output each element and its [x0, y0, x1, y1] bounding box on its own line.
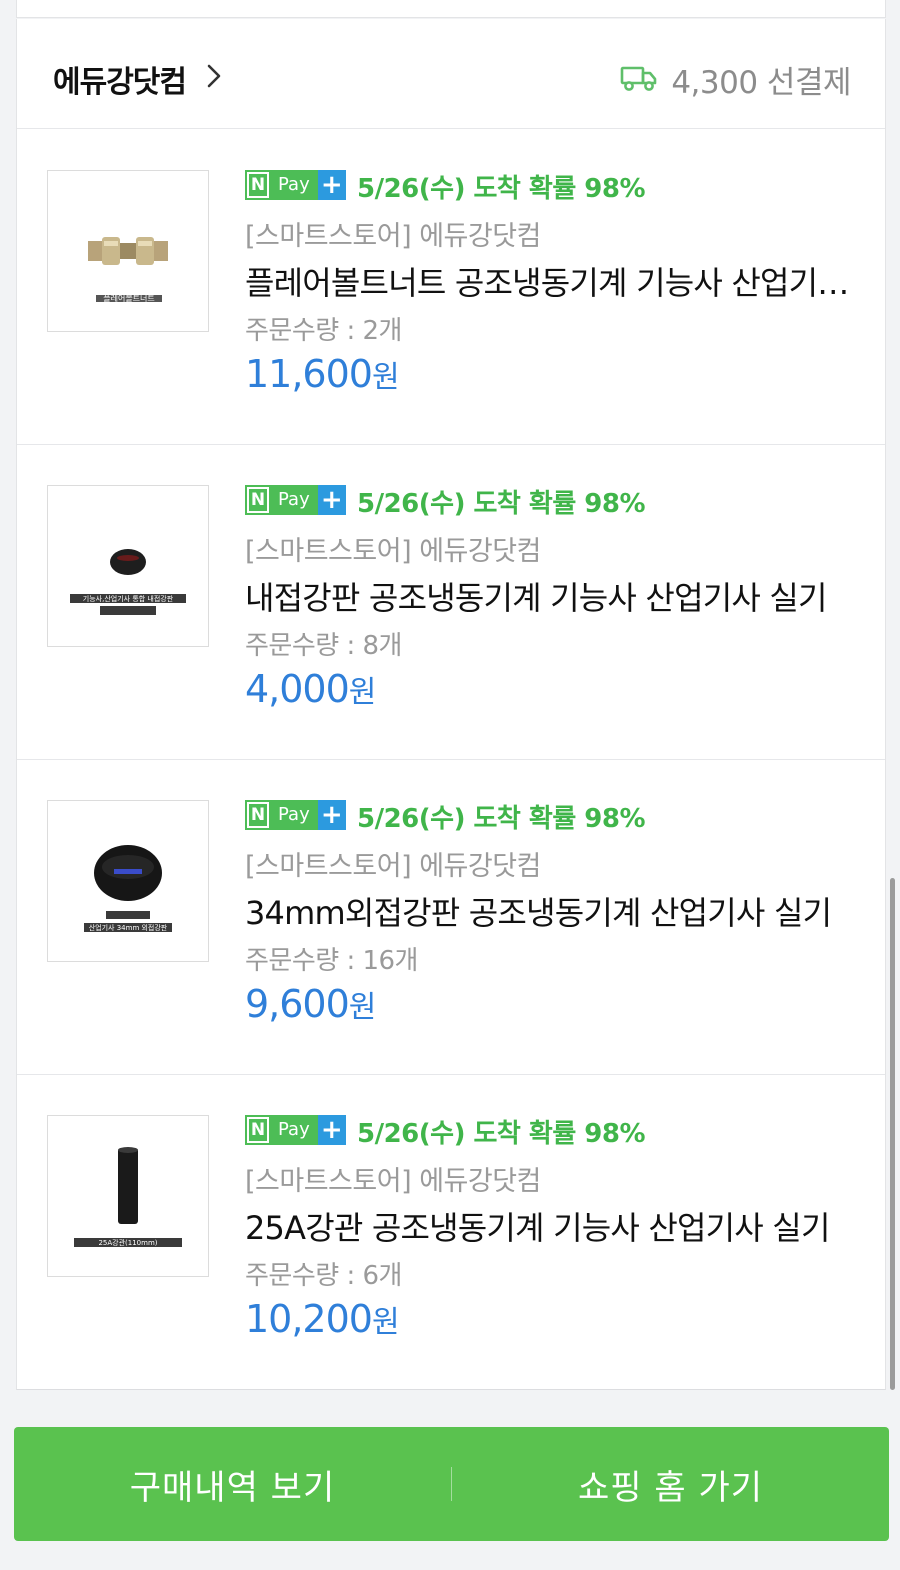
thumb-caption: 플레어볼트너트 [103, 293, 155, 303]
product-title[interactable]: 25A강관 공조냉동기계 기능사 산업기사 실기 [245, 1203, 860, 1249]
bottom-action-bar: 구매내역 보기 쇼핑 홈 가기 [14, 1427, 889, 1541]
product-title[interactable]: 플레어볼트너트 공조냉동기계 기능사 산업기사 실기 [245, 258, 860, 304]
order-complete-page: 에듀강닷컴 4,300 선결제 플레어볼트너트 N Pay + 5/26(수) … [0, 0, 900, 1570]
product-thumbnail[interactable]: 플레어볼트너트 [47, 170, 209, 332]
npay-plus-icon: + [317, 1115, 346, 1145]
npay-plus-badge: N Pay + [245, 800, 347, 830]
chevron-right-icon[interactable] [203, 63, 225, 89]
store-tag: [스마트스토어] 에듀강닷컴 [245, 1166, 541, 1197]
npay-pay-label: Pay [271, 800, 318, 830]
npay-plus-icon: + [317, 485, 346, 515]
truck-icon [620, 66, 657, 91]
product-thumbnail[interactable]: 기능사,산업기사 통합 내접강판 [47, 485, 209, 647]
product-price: 10,200원 [245, 1297, 400, 1341]
order-item[interactable]: 기능사,산업기사 통합 내접강판 N Pay + 5/26(수) 도착 확률 9… [17, 445, 885, 760]
scrollbar[interactable] [890, 878, 895, 1390]
npay-n-mark: N [249, 489, 267, 511]
purchase-history-button[interactable]: 구매내역 보기 [14, 1427, 451, 1541]
order-item[interactable]: 25A강관(110mm) N Pay + 5/26(수) 도착 확률 98% [… [17, 1075, 885, 1390]
npay-n-mark: N [249, 174, 267, 196]
npay-pay-label: Pay [271, 485, 318, 515]
store-tag: [스마트스토어] 에듀강닷컴 [245, 536, 541, 567]
npay-plus-badge: N Pay + [245, 170, 347, 200]
order-quantity: 주문수량 : 16개 [245, 946, 418, 976]
delivery-estimate: 5/26(수) 도착 확률 98% [357, 174, 646, 204]
order-item[interactable]: 플레어볼트너트 N Pay + 5/26(수) 도착 확률 98% [스마트스토… [17, 130, 885, 445]
npay-plus-badge: N Pay + [245, 1115, 347, 1145]
npay-pay-label: Pay [271, 170, 318, 200]
order-quantity: 주문수량 : 2개 [245, 316, 402, 346]
thumb-caption: 산업기사 34mm 외접강판 [89, 923, 168, 932]
thumb-caption: 기능사,산업기사 통합 내접강판 [83, 594, 174, 603]
npay-plus-badge: N Pay + [245, 485, 347, 515]
store-name[interactable]: 에듀강닷컴 [53, 57, 187, 101]
steel-pipe-image: 25A강관(110mm) [74, 1147, 182, 1247]
npay-plus-icon: + [317, 170, 346, 200]
outer-steel-plate-image: 산업기사 34mm 외접강판 [84, 845, 172, 932]
product-thumbnail[interactable]: 25A강관(110mm) [47, 1115, 209, 1277]
shipping-fee: 4,300 선결제 [671, 65, 851, 101]
delivery-estimate: 5/26(수) 도착 확률 98% [357, 489, 646, 519]
npay-plus-icon: + [317, 800, 346, 830]
thumb-caption: 25A강관(110mm) [98, 1238, 157, 1247]
delivery-estimate: 5/26(수) 도착 확률 98% [357, 1119, 646, 1149]
npay-pay-label: Pay [271, 1115, 318, 1145]
inner-steel-plate-image: 기능사,산업기사 통합 내접강판 [70, 549, 186, 615]
store-tag: [스마트스토어] 에듀강닷컴 [245, 221, 541, 252]
product-price: 11,600원 [245, 352, 400, 396]
product-price: 4,000원 [245, 667, 376, 711]
shopping-home-button[interactable]: 쇼핑 홈 가기 [452, 1427, 889, 1541]
order-quantity: 주문수량 : 8개 [245, 631, 402, 661]
flare-bolt-nut-image: 플레어볼트너트 [88, 237, 168, 303]
delivery-estimate: 5/26(수) 도착 확률 98% [357, 804, 646, 834]
store-header[interactable]: 에듀강닷컴 4,300 선결제 [17, 19, 885, 129]
previous-card-edge [16, 0, 886, 18]
order-item[interactable]: 산업기사 34mm 외접강판 N Pay + 5/26(수) 도착 확률 98%… [17, 760, 885, 1075]
product-price: 9,600원 [245, 982, 376, 1026]
product-title[interactable]: 34mm외접강판 공조냉동기계 산업기사 실기 [245, 888, 860, 934]
order-store-card: 에듀강닷컴 4,300 선결제 플레어볼트너트 N Pay + 5/26(수) … [16, 19, 886, 1390]
npay-n-mark: N [249, 804, 267, 826]
product-thumbnail[interactable]: 산업기사 34mm 외접강판 [47, 800, 209, 962]
product-title[interactable]: 내접강판 공조냉동기계 기능사 산업기사 실기 [245, 573, 860, 619]
order-quantity: 주문수량 : 6개 [245, 1261, 402, 1291]
npay-n-mark: N [249, 1119, 267, 1141]
store-tag: [스마트스토어] 에듀강닷컴 [245, 851, 541, 882]
